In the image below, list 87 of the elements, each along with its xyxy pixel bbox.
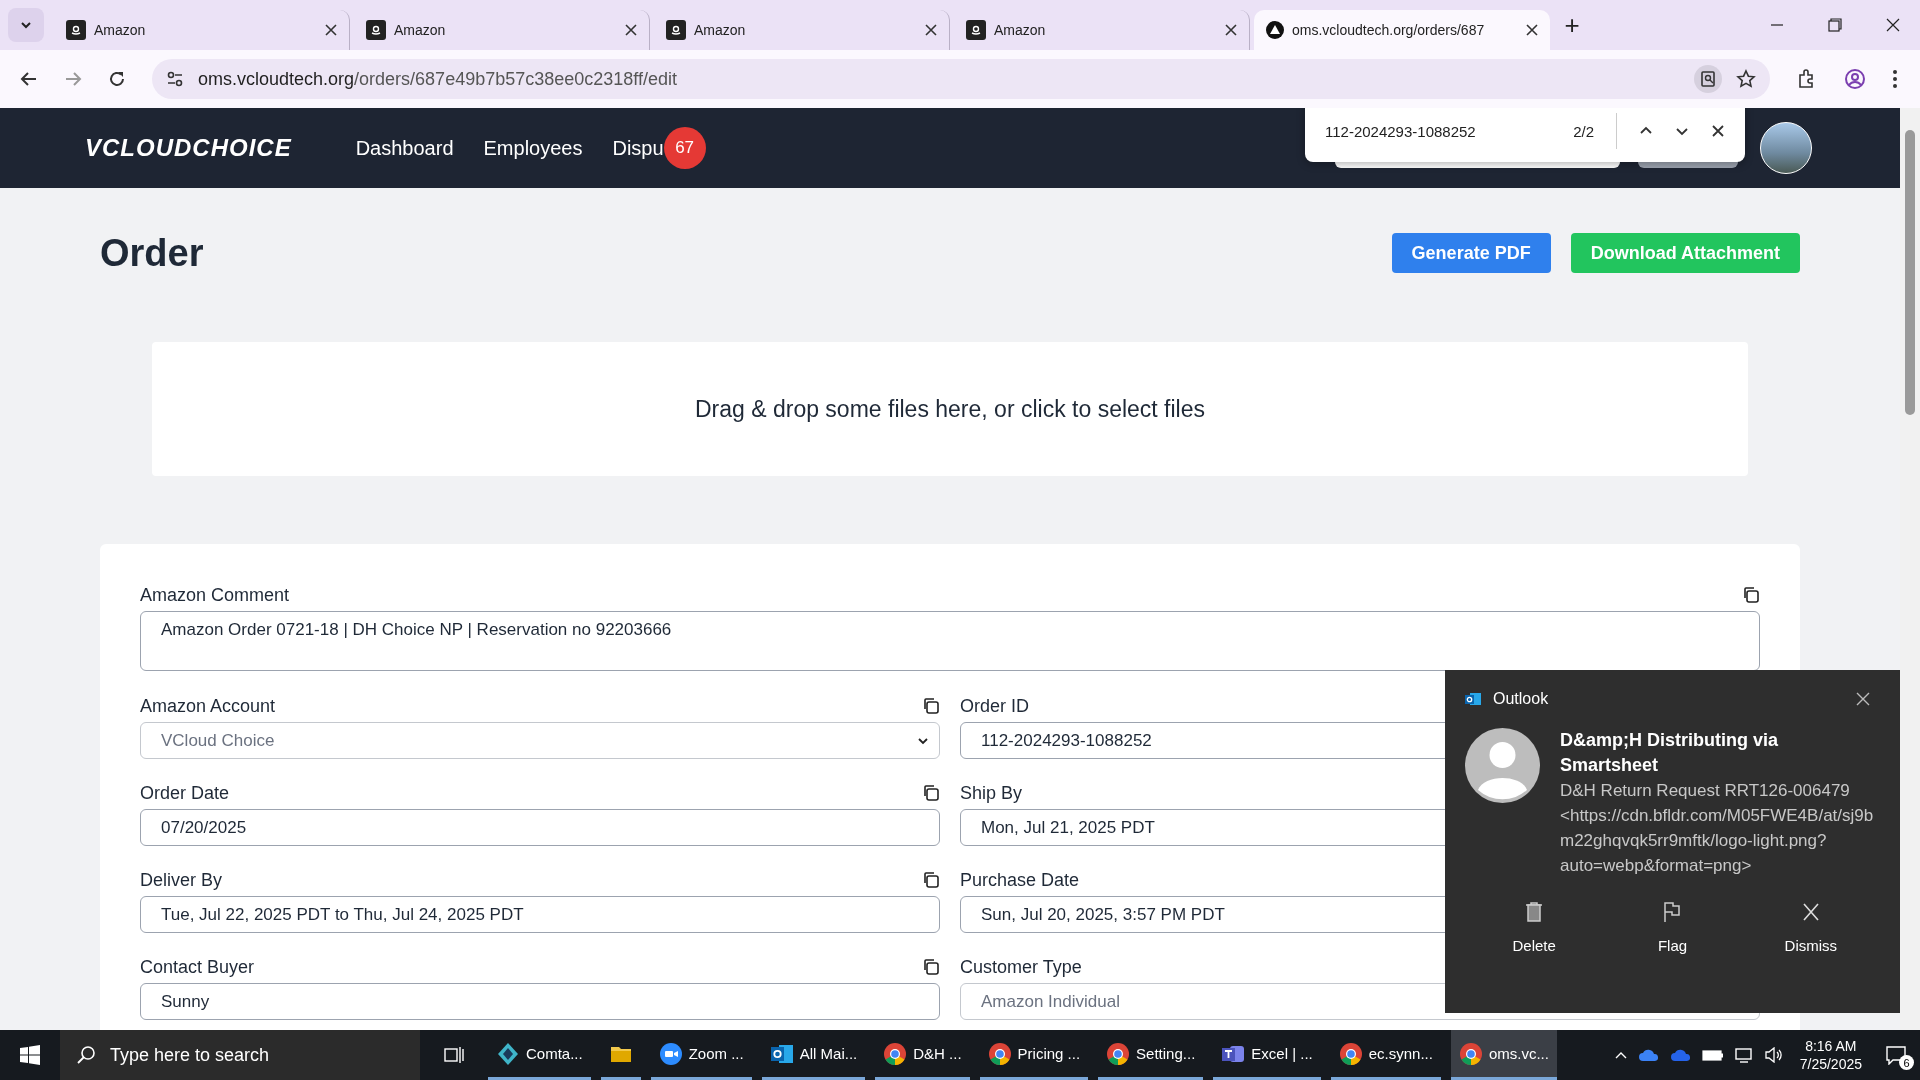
browser-tab[interactable]: oms.vcloudtech.org/orders/687 [1254,10,1550,50]
nav-link[interactable]: Employees [483,136,583,160]
dismiss-button[interactable]: Dismiss [1760,900,1861,955]
nav-link[interactable]: Dashboard [355,136,454,160]
field-label: Order Date [140,782,230,804]
field-label: Amazon Comment [140,584,290,606]
cloud-icon[interactable] [1669,1048,1692,1062]
url-text: oms.vcloudtech.org/orders/687e49b7b57c38ee0c2318ff/edit [198,68,677,90]
copy-icon[interactable] [1742,586,1760,604]
close-icon[interactable] [1711,124,1725,138]
task-view-icon[interactable] [444,1046,464,1064]
close-tab-icon[interactable] [925,24,937,36]
cloudchoice-logo[interactable]: VCLOUDCHOICE [85,134,292,162]
notification-center-button[interactable]: 6 [1878,1040,1914,1070]
taskbar-app[interactable]: All Mai... [761,1030,866,1080]
network-icon[interactable] [1733,1047,1754,1063]
cloud-icon[interactable] [1637,1048,1660,1062]
notification-count-badge: 6 [1899,1055,1914,1070]
nav-link[interactable]: Dispu [612,136,664,160]
flag-icon [1663,901,1682,923]
copy-icon[interactable] [922,958,940,976]
taskbar-app[interactable]: Zoom ... [650,1030,752,1080]
field-label: Order ID [960,695,1029,717]
browser-logo-icon [1458,1041,1483,1066]
browser-logo-icon [883,1041,908,1066]
close-tab-icon[interactable] [325,24,337,36]
taskbar-app[interactable]: Comta... [488,1030,591,1080]
windows-start-icon[interactable] [20,1045,40,1065]
taskbar-app[interactable]: Setting... [1098,1030,1204,1080]
search-icon [76,1045,96,1065]
page-search-icon[interactable] [1694,65,1722,93]
clock[interactable]: 8:16 AM 7/25/2025 [1799,1037,1862,1073]
taskbar-search-field[interactable]: Type here to search [60,1030,420,1080]
browser-logo-icon [987,1041,1012,1066]
input-field[interactable]: Tue, Jul 22, 2025 PDT to Thu, Jul 24, 2025 PDT [140,896,940,933]
taskbar-app[interactable]: ec.synn... [1330,1030,1441,1080]
site-settings-icon[interactable] [166,70,184,88]
notification-app-name: Outlook [1493,690,1549,708]
browser-logo-icon [1338,1041,1363,1066]
avatar-image[interactable] [1760,122,1812,174]
address-bar[interactable]: oms.vcloudtech.org/orders/687e49b7b57c38ee0c2318ff/edit [152,59,1770,99]
browser-logo-icon [1106,1041,1131,1066]
field-label: Ship By [960,782,1023,804]
bookmark-star-icon[interactable] [1736,69,1756,89]
copy-icon[interactable] [922,784,940,802]
field-label: Customer Type [960,956,1082,978]
trash-icon [1525,901,1544,923]
close-icon[interactable] [1886,18,1900,32]
field-label: Amazon Account [140,695,276,717]
battery-icon[interactable] [1701,1048,1724,1062]
field-label: Purchase Date [960,869,1080,891]
reload-icon[interactable] [108,70,126,88]
find-query[interactable]: 112-2024293-1088252 [1325,122,1552,140]
menu-icon[interactable] [1892,69,1898,89]
input-field[interactable]: 07/20/2025 [140,809,940,846]
input-field[interactable]: Sunny [140,983,940,1020]
close-tab-icon[interactable] [625,24,637,36]
taskbar-app[interactable]: D&H ... [875,1030,970,1080]
page-title: Order [100,231,204,275]
close-tab-icon[interactable] [1225,24,1237,36]
outlook-icon [1465,692,1481,706]
tab-list-button[interactable] [8,8,44,42]
taskbar-app[interactable]: Excel | ... [1213,1030,1321,1080]
volume-icon[interactable] [1763,1047,1784,1063]
diamond-logo-icon [496,1041,520,1066]
taskbar-app[interactable]: Pricing ... [979,1030,1089,1080]
field-label: Contact Buyer [140,956,255,978]
triangle-logo-icon [1266,21,1284,39]
close-icon[interactable] [1856,692,1870,706]
notification-count-badge: 67 [663,127,706,169]
person-avatar-icon [1465,728,1540,803]
match-count: 2/2 [1573,122,1594,140]
copy-icon[interactable] [922,871,940,889]
profile-icon[interactable] [1844,68,1866,90]
field-label: Deliver By [140,869,223,891]
copy-icon[interactable] [922,697,940,715]
video-camera-icon [658,1041,683,1066]
message-icon [1885,1045,1907,1065]
generate-pdf-button[interactable]: Generate PDF [1391,233,1551,273]
taskbar-app[interactable]: oms.vc... [1450,1030,1557,1080]
file-dropzone[interactable]: Drag & drop some files here, or click to select files [152,342,1748,476]
forward-icon[interactable] [64,70,82,88]
restore-icon[interactable] [1828,18,1842,32]
back-icon[interactable] [20,70,38,88]
close-icon [1801,901,1820,923]
close-tab-icon[interactable] [1526,24,1538,36]
new-tab-button[interactable]: + [1554,7,1590,43]
